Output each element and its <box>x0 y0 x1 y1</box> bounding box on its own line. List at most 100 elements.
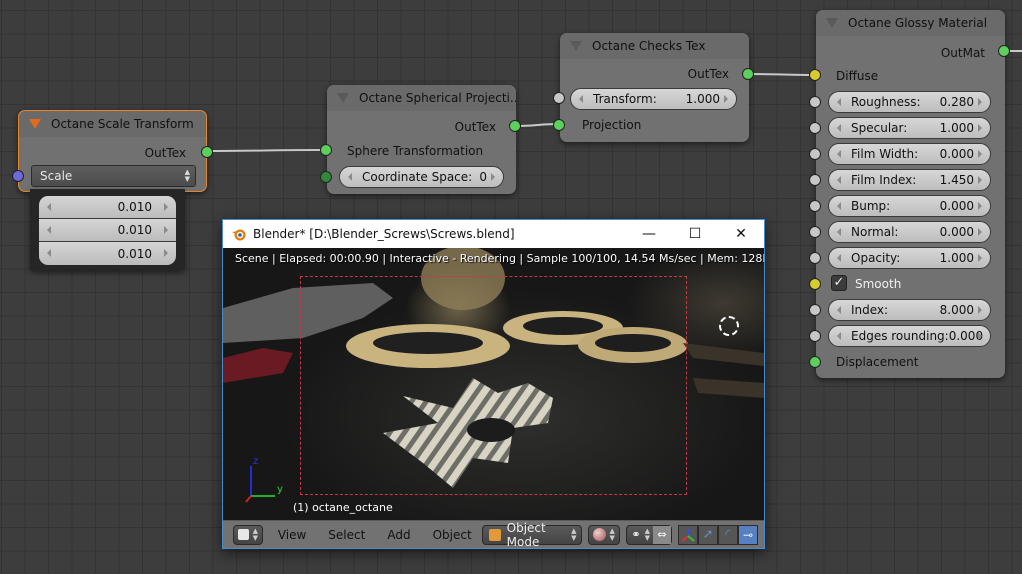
increment-arrow-icon[interactable] <box>164 249 168 257</box>
node-scale-transform[interactable]: Octane Scale Transform OutTex Scale ▲ ▼ <box>12 110 213 192</box>
input-socket-index[interactable] <box>809 304 821 316</box>
collapse-triangle-icon[interactable] <box>570 41 582 51</box>
input-socket-diffuse[interactable] <box>809 69 821 81</box>
viewport-shading-dropdown[interactable]: ▲ ▼ <box>587 524 621 545</box>
node-header[interactable]: Octane Glossy Material <box>816 10 1005 36</box>
opacity-field[interactable]: Opacity: 1.000 <box>828 247 991 269</box>
output-socket-outtex[interactable] <box>742 68 754 80</box>
node-header[interactable]: Octane Spherical Projecti... <box>327 85 516 111</box>
3d-cursor-icon[interactable] <box>719 316 739 336</box>
mode-dropdown[interactable]: Object Mode ▲ ▼ <box>481 521 582 549</box>
translate-arrow-icon[interactable]: ➚ <box>698 524 719 545</box>
node-spherical-projection[interactable]: Octane Spherical Projecti... OutTex Sphe… <box>320 85 521 194</box>
blender-window[interactable]: Blender* [D:\Blender_Screws\Screws.blend… <box>222 219 765 549</box>
decrement-arrow-icon[interactable] <box>837 150 841 158</box>
decrement-arrow-icon[interactable] <box>837 228 841 236</box>
decrement-arrow-icon[interactable] <box>579 95 583 103</box>
node-header[interactable]: Octane Scale Transform <box>19 111 206 137</box>
manipulate-center-icon[interactable]: ⇔ <box>653 525 672 544</box>
increment-arrow-icon[interactable] <box>978 124 982 132</box>
specular-field[interactable]: Specular: 1.000 <box>828 117 991 139</box>
index-field[interactable]: Index: 8.000 <box>828 299 991 321</box>
output-socket-outtex[interactable] <box>201 146 213 158</box>
input-socket-coordinate-space[interactable] <box>320 171 332 183</box>
decrement-arrow-icon[interactable] <box>837 306 841 314</box>
input-socket-film-index[interactable] <box>809 174 821 186</box>
input-socket-specular[interactable] <box>809 122 821 134</box>
render-screw <box>683 343 764 366</box>
roughness-field[interactable]: Roughness: 0.280 <box>828 91 991 113</box>
increment-arrow-icon[interactable] <box>978 332 982 340</box>
decrement-arrow-icon[interactable] <box>47 249 51 257</box>
minimize-button[interactable]: — <box>626 220 672 248</box>
node-checks-tex[interactable]: Octane Checks Tex OutTex Transform: 1.00… <box>553 33 754 142</box>
decrement-arrow-icon[interactable] <box>837 332 841 340</box>
field-value: 0.010 <box>117 200 152 214</box>
increment-arrow-icon[interactable] <box>978 306 982 314</box>
increment-arrow-icon[interactable] <box>491 173 495 181</box>
film-width-field[interactable]: Film Width: 0.000 <box>828 143 991 165</box>
rotate-arc-icon[interactable]: ◜ <box>718 524 739 545</box>
input-socket-scale[interactable] <box>12 170 24 182</box>
edges-rounding-field[interactable]: Edges rounding: 0.000 <box>828 325 991 347</box>
increment-arrow-icon[interactable] <box>164 203 168 211</box>
maximize-button[interactable]: ☐ <box>672 220 718 248</box>
input-socket-projection[interactable] <box>553 119 565 131</box>
input-socket-displacement[interactable] <box>809 356 821 368</box>
input-socket-film-width[interactable] <box>809 148 821 160</box>
window-titlebar[interactable]: Blender* [D:\Blender_Screws\Screws.blend… <box>223 220 764 248</box>
decrement-arrow-icon[interactable] <box>47 203 51 211</box>
film-index-field[interactable]: Film Index: 1.450 <box>828 169 991 191</box>
scale-x-field[interactable]: 0.010 <box>39 196 176 219</box>
collapse-triangle-icon[interactable] <box>826 18 838 28</box>
scale-handle-icon[interactable]: ⊸ <box>738 524 759 545</box>
input-socket-roughness[interactable] <box>809 96 821 108</box>
increment-arrow-icon[interactable] <box>978 228 982 236</box>
normal-field[interactable]: Normal: 0.000 <box>828 221 991 243</box>
increment-arrow-icon[interactable] <box>164 226 168 234</box>
pivot-dropdown[interactable]: ⚭ ▲ ▼ ⇔ <box>626 524 673 545</box>
field-value: 0.010 <box>117 223 152 237</box>
collapse-triangle-icon[interactable] <box>337 93 349 103</box>
decrement-arrow-icon[interactable] <box>837 124 841 132</box>
decrement-arrow-icon[interactable] <box>837 98 841 106</box>
close-button[interactable]: ✕ <box>718 220 764 248</box>
menu-add[interactable]: Add <box>387 528 410 542</box>
scale-y-field[interactable]: 0.010 <box>39 219 176 242</box>
smooth-checkbox[interactable]: ✓ <box>831 275 847 291</box>
increment-arrow-icon[interactable] <box>978 202 982 210</box>
input-socket-smooth[interactable] <box>809 278 821 290</box>
coordinate-space-field[interactable]: Coordinate Space: 0 <box>339 166 504 188</box>
menu-object[interactable]: Object <box>433 528 472 542</box>
transform-field[interactable]: Transform: 1.000 <box>570 88 737 110</box>
input-socket-opacity[interactable] <box>809 252 821 264</box>
input-socket-bump[interactable] <box>809 200 821 212</box>
scale-dropdown[interactable]: Scale ▲ ▼ <box>31 165 196 187</box>
scale-z-field[interactable]: 0.010 <box>39 242 176 265</box>
input-socket-edges-rounding[interactable] <box>809 330 821 342</box>
3d-viewport[interactable]: y z Scene | Elapsed: 00:00.90 | Interact… <box>223 248 764 520</box>
decrement-arrow-icon[interactable] <box>837 202 841 210</box>
increment-arrow-icon[interactable] <box>978 150 982 158</box>
decrement-arrow-icon[interactable] <box>348 173 352 181</box>
decrement-arrow-icon[interactable] <box>837 176 841 184</box>
bump-field[interactable]: Bump: 0.000 <box>828 195 991 217</box>
increment-arrow-icon[interactable] <box>978 98 982 106</box>
decrement-arrow-icon[interactable] <box>837 254 841 262</box>
node-glossy-material[interactable]: Octane Glossy Material OutMat Diffuse Ro… <box>809 10 1010 378</box>
input-socket-normal[interactable] <box>809 226 821 238</box>
editor-type-button[interactable]: ▲ ▼ <box>233 524 263 545</box>
output-socket-outmat[interactable] <box>998 45 1010 57</box>
input-socket-transform[interactable] <box>553 92 565 104</box>
increment-arrow-icon[interactable] <box>978 254 982 262</box>
manipulator-toggle-icon[interactable] <box>678 524 699 545</box>
menu-view[interactable]: View <box>278 528 306 542</box>
increment-arrow-icon[interactable] <box>724 95 728 103</box>
decrement-arrow-icon[interactable] <box>47 226 51 234</box>
node-header[interactable]: Octane Checks Tex <box>560 33 749 59</box>
input-socket-sphere-transformation[interactable] <box>320 144 332 156</box>
output-socket-outtex[interactable] <box>509 120 521 132</box>
collapse-triangle-icon[interactable] <box>29 119 41 129</box>
increment-arrow-icon[interactable] <box>978 176 982 184</box>
menu-select[interactable]: Select <box>328 528 365 542</box>
